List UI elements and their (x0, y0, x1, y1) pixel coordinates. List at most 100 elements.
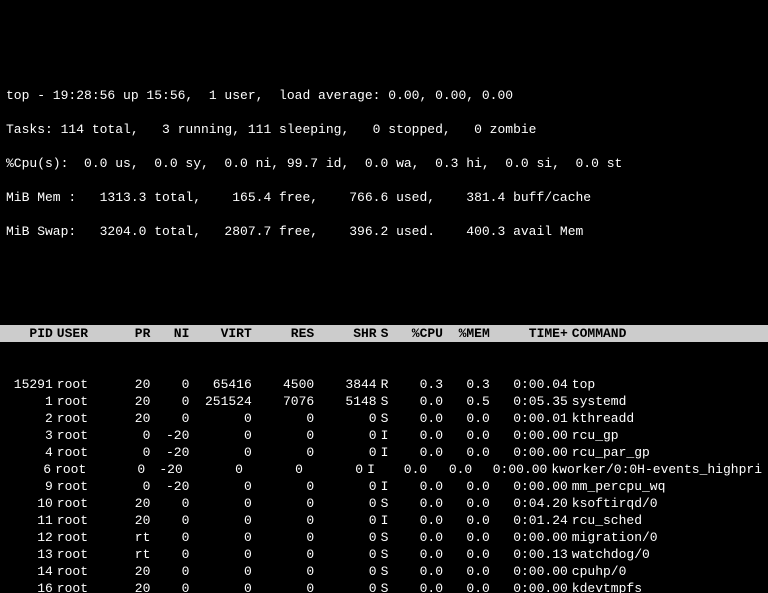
cell-res: 0 (252, 410, 314, 427)
cell-cpu: 0.0 (396, 393, 443, 410)
summary-line-mem: MiB Mem : 1313.3 total, 165.4 free, 766.… (6, 189, 762, 206)
cell-mem: 0.0 (443, 563, 490, 580)
cell-mem: 0.0 (443, 495, 490, 512)
col-virt[interactable]: VIRT (189, 325, 251, 342)
cell-res: 0 (252, 580, 314, 593)
process-row[interactable]: 15291root2006541645003844R0.30.30:00.04t… (6, 376, 762, 393)
cell-res: 4500 (252, 376, 314, 393)
column-headers[interactable]: PID USER PR NI VIRT RES SHR S %CPU %MEM … (0, 325, 768, 342)
summary-line-cpu: %Cpu(s): 0.0 us, 0.0 sy, 0.0 ni, 99.7 id… (6, 155, 762, 172)
cell-state: S (377, 563, 397, 580)
cell-mem: 0.0 (443, 444, 490, 461)
process-row[interactable]: 12rootrt0000S0.00.00:00.00migration/0 (6, 529, 762, 546)
process-row[interactable]: 6root0-20000I0.00.00:00.00kworker/0:0H-e… (6, 461, 762, 478)
col-res[interactable]: RES (252, 325, 314, 342)
cell-time: 0:00.00 (490, 444, 568, 461)
process-row[interactable]: 1root20025152470765148S0.00.50:05.35syst… (6, 393, 762, 410)
cell-res: 0 (252, 427, 314, 444)
cell-cpu: 0.0 (396, 529, 443, 546)
cell-pr: 20 (96, 393, 151, 410)
cell-command: systemd (568, 393, 627, 410)
col-pr[interactable]: PR (96, 325, 151, 342)
cell-time: 0:00.04 (490, 376, 568, 393)
cell-cpu: 0.0 (396, 546, 443, 563)
cell-res: 0 (252, 444, 314, 461)
cell-virt: 0 (189, 444, 251, 461)
cell-time: 0:00.01 (490, 410, 568, 427)
cell-pid: 13 (6, 546, 53, 563)
cell-pid: 14 (6, 563, 53, 580)
col-ni[interactable]: NI (150, 325, 189, 342)
col-time[interactable]: TIME+ (490, 325, 568, 342)
process-row[interactable]: 16root200000S0.00.00:00.00kdevtmpfs (6, 580, 762, 593)
cell-mem: 0.0 (443, 478, 490, 495)
process-row[interactable]: 9root0-20000I0.00.00:00.00mm_percpu_wq (6, 478, 762, 495)
cell-shr: 0 (314, 546, 376, 563)
cell-shr: 5148 (314, 393, 376, 410)
cell-cpu: 0.0 (396, 427, 443, 444)
process-row[interactable]: 4root0-20000I0.00.00:00.00rcu_par_gp (6, 444, 762, 461)
cell-pid: 1 (6, 393, 53, 410)
cell-ni: 0 (150, 580, 189, 593)
summary-blank (6, 257, 762, 274)
cell-user: root (51, 461, 93, 478)
cell-time: 0:00.00 (490, 563, 568, 580)
cell-virt: 251524 (189, 393, 251, 410)
cell-user: root (53, 410, 96, 427)
process-row[interactable]: 2root200000S0.00.00:00.01kthreadd (6, 410, 762, 427)
summary-line-uptime: top - 19:28:56 up 15:56, 1 user, load av… (6, 87, 762, 104)
process-row[interactable]: 10root200000S0.00.00:04.20ksoftirqd/0 (6, 495, 762, 512)
cell-command: watchdog/0 (568, 546, 650, 563)
cell-ni: 0 (150, 529, 189, 546)
process-row[interactable]: 14root200000S0.00.00:00.00cpuhp/0 (6, 563, 762, 580)
cell-res: 0 (243, 461, 303, 478)
cell-mem: 0.0 (443, 410, 490, 427)
cell-shr: 0 (314, 580, 376, 593)
cell-pr: 20 (96, 512, 151, 529)
cell-shr: 0 (314, 444, 376, 461)
cell-cpu: 0.0 (396, 495, 443, 512)
col-shr[interactable]: SHR (314, 325, 376, 342)
cell-user: root (53, 393, 96, 410)
process-row[interactable]: 3root0-20000I0.00.00:00.00rcu_gp (6, 427, 762, 444)
col-s[interactable]: S (377, 325, 397, 342)
cell-virt: 65416 (189, 376, 251, 393)
col-pid[interactable]: PID (6, 325, 53, 342)
process-row[interactable]: 11root200000I0.00.00:01.24rcu_sched (6, 512, 762, 529)
cell-mem: 0.0 (427, 461, 472, 478)
col-command[interactable]: COMMAND (568, 325, 627, 342)
cell-virt: 0 (189, 410, 251, 427)
cell-shr: 0 (314, 512, 376, 529)
cell-state: I (363, 461, 382, 478)
cell-pid: 4 (6, 444, 53, 461)
col-mem[interactable]: %MEM (443, 325, 490, 342)
summary-line-tasks: Tasks: 114 total, 3 running, 111 sleepin… (6, 121, 762, 138)
cell-pr: 20 (96, 410, 151, 427)
cell-ni: -20 (150, 427, 189, 444)
cell-virt: 0 (189, 478, 251, 495)
cell-pr: 20 (96, 563, 151, 580)
summary-line-swap: MiB Swap: 3204.0 total, 2807.7 free, 396… (6, 223, 762, 240)
cell-res: 0 (252, 546, 314, 563)
col-cpu[interactable]: %CPU (396, 325, 443, 342)
cell-virt: 0 (189, 495, 251, 512)
cell-command: migration/0 (568, 529, 658, 546)
cell-shr: 0 (303, 461, 363, 478)
cell-pid: 11 (6, 512, 53, 529)
cell-command: rcu_gp (568, 427, 619, 444)
cell-pr: 20 (96, 495, 151, 512)
cell-user: root (53, 495, 96, 512)
cell-cpu: 0.0 (396, 512, 443, 529)
cell-command: top (568, 376, 595, 393)
cell-pr: 0 (93, 461, 146, 478)
cell-command: rcu_par_gp (568, 444, 650, 461)
cell-state: S (377, 546, 397, 563)
col-user[interactable]: USER (53, 325, 96, 342)
cell-time: 0:04.20 (490, 495, 568, 512)
cell-shr: 0 (314, 478, 376, 495)
cell-user: root (53, 444, 96, 461)
cell-ni: -20 (145, 461, 183, 478)
process-row[interactable]: 13rootrt0000S0.00.00:00.13watchdog/0 (6, 546, 762, 563)
cell-time: 0:00.00 (490, 478, 568, 495)
cell-pr: rt (96, 546, 151, 563)
